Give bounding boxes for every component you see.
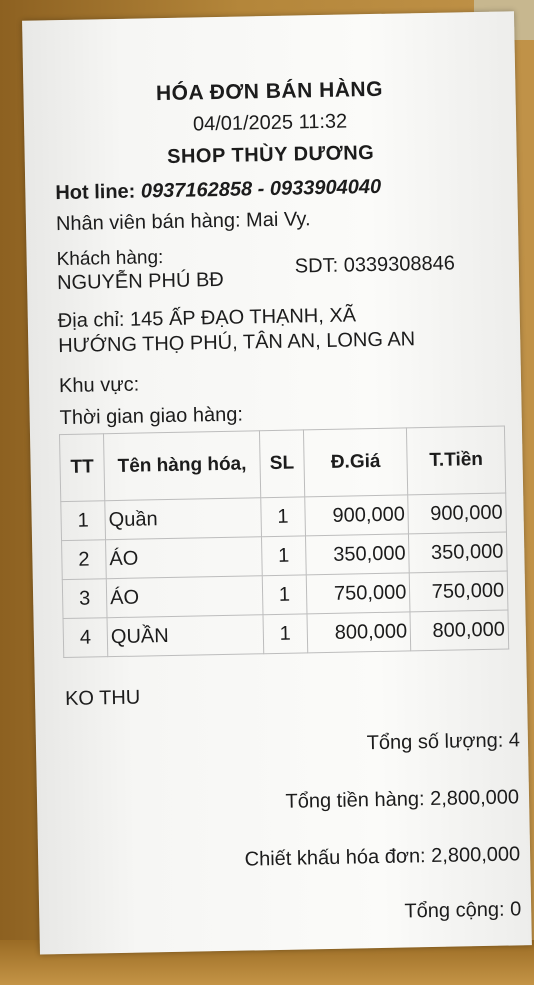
grand-total: Tổng cộng: 0 <box>404 898 522 923</box>
area-label: Khu vực: <box>58 373 140 398</box>
row-tt: 2 <box>61 539 107 580</box>
customer-label: Khách hàng: <box>56 247 164 271</box>
row-qty: 1 <box>262 613 308 654</box>
total-quantity: Tổng số lượng: 4 <box>366 729 521 755</box>
row-total: 800,000 <box>410 610 509 651</box>
row-name: ÁO <box>106 575 263 618</box>
row-name: Quần <box>104 497 262 540</box>
row-tt: 1 <box>60 500 106 541</box>
receipt-datetime: 04/01/2025 11:32 <box>192 110 348 136</box>
hotline-numbers: 0937162858 - 0933904040 <box>140 175 382 203</box>
header-qty: SL <box>259 429 305 498</box>
header-unit-price: Đ.Giá <box>303 427 408 497</box>
row-tt: 4 <box>63 617 108 658</box>
customer-name: NGUYỄN PHÚ BĐ <box>56 268 224 295</box>
total-goods: Tổng tiền hàng: 2,800,000 <box>285 786 520 813</box>
row-unit-price: 900,000 <box>304 494 409 536</box>
row-unit-price: 750,000 <box>306 572 411 614</box>
hotline-label: Hot line: <box>55 180 136 205</box>
receipt-paper: HÓA ĐƠN BÁN HÀNG 04/01/2025 11:32 SHOP T… <box>22 11 532 955</box>
invoice-discount: Chiết khấu hóa đơn: 2,800,000 <box>244 843 521 871</box>
row-qty: 1 <box>262 574 307 615</box>
row-name: QUẦN <box>107 614 264 657</box>
row-total: 900,000 <box>407 493 507 534</box>
receipt-note: KO THU <box>64 686 141 711</box>
row-qty: 1 <box>261 535 307 576</box>
row-qty: 1 <box>260 496 306 537</box>
customer-phone: SDT: 0339308846 <box>294 252 456 278</box>
delivery-time-label: Thời gian giao hàng: <box>59 403 244 430</box>
hotline: Hot line: 0937162858 - 0933904040 <box>55 176 381 205</box>
header-tt: TT <box>59 433 105 502</box>
staff-name: Nhân viên bán hàng: Mai Vy. <box>55 208 311 236</box>
header-name: Tên hàng hóa, <box>103 430 261 501</box>
items-table: TT Tên hàng hóa, SL Đ.Giá T.Tiền 1 Quần … <box>59 426 509 659</box>
row-total: 750,000 <box>409 571 508 612</box>
shop-name: SHOP THÙY DƯƠNG <box>166 141 375 168</box>
address-line-2: HƯỚNG THỌ PHÚ, TÂN AN, LONG AN <box>58 328 416 358</box>
row-name: ÁO <box>105 536 263 579</box>
table-row: 4 QUẦN 1 800,000 800,000 <box>63 610 509 658</box>
row-total: 350,000 <box>408 532 508 573</box>
header-total: T.Tiền <box>406 426 506 495</box>
receipt-title: HÓA ĐƠN BÁN HÀNG <box>155 77 384 106</box>
row-tt: 3 <box>62 578 108 619</box>
address-line-1: Địa chỉ: 145 ẤP ĐẠO THẠNH, XÃ <box>57 304 357 333</box>
table-header-row: TT Tên hàng hóa, SL Đ.Giá T.Tiền <box>59 426 506 502</box>
row-unit-price: 800,000 <box>306 611 411 653</box>
row-unit-price: 350,000 <box>305 533 410 575</box>
